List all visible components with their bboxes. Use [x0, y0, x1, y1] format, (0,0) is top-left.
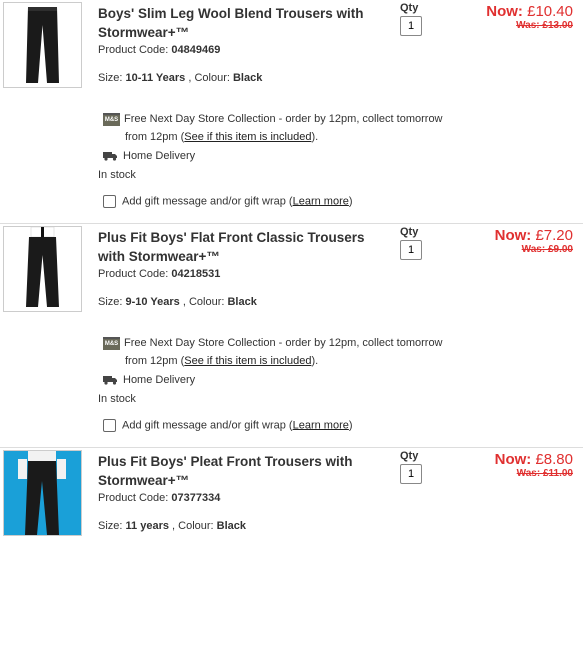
basket-item: Boys' Slim Leg Wool Blend Trousers with …: [0, 0, 583, 224]
product-code: Product Code: 07377334: [98, 492, 221, 504]
product-title[interactable]: Plus Fit Boys' Flat Front Classic Trouse…: [98, 228, 388, 266]
gift-checkbox[interactable]: [103, 419, 116, 432]
stock-status: In stock: [98, 393, 136, 405]
product-image[interactable]: [3, 450, 82, 536]
qty-input[interactable]: [400, 240, 422, 260]
home-delivery: Home Delivery: [103, 374, 195, 386]
trousers-image: [4, 451, 81, 535]
was-price: Was: £11.00: [516, 468, 573, 479]
gift-option: Add gift message and/or gift wrap (Learn…: [103, 419, 353, 432]
trousers-image: [26, 227, 59, 307]
see-if-included-link[interactable]: See if this item is included: [184, 355, 311, 367]
product-title[interactable]: Boys' Slim Leg Wool Blend Trousers with …: [98, 4, 388, 42]
product-title[interactable]: Plus Fit Boys' Pleat Front Trousers with…: [98, 452, 388, 490]
gift-option: Add gift message and/or gift wrap (Learn…: [103, 195, 353, 208]
store-collection: M&S Free Next Day Store Collection - orde…: [103, 336, 443, 367]
learn-more-link[interactable]: Learn more: [293, 419, 349, 431]
size-colour: Size: 10-11 Years , Colour: Black: [98, 72, 263, 84]
learn-more-link[interactable]: Learn more: [293, 195, 349, 207]
was-price: Was: £9.00: [521, 244, 573, 255]
truck-icon: [103, 152, 117, 161]
store-icon: M&S: [103, 336, 120, 350]
price-block: Now: £8.80 Was: £11.00: [495, 451, 573, 479]
qty-group: Qty: [400, 2, 422, 36]
was-price: Was: £13.00: [516, 20, 573, 31]
store-icon: M&S: [103, 112, 120, 126]
size-colour: Size: 11 years , Colour: Black: [98, 520, 247, 532]
product-image[interactable]: [3, 2, 82, 88]
now-price: Now: £10.40: [486, 3, 573, 20]
product-code: Product Code: 04218531: [98, 268, 221, 280]
size-colour: Size: 9-10 Years , Colour: Black: [98, 296, 257, 308]
qty-label: Qty: [400, 226, 419, 238]
stock-status: In stock: [98, 169, 136, 181]
product-image[interactable]: [3, 226, 82, 312]
qty-input[interactable]: [400, 16, 422, 36]
trousers-image: [26, 7, 59, 83]
truck-icon: [103, 376, 117, 385]
basket-item: Plus Fit Boys' Flat Front Classic Trouse…: [0, 224, 583, 448]
price-block: Now: £10.40 Was: £13.00: [486, 3, 573, 31]
product-code: Product Code: 04849469: [98, 44, 221, 56]
see-if-included-link[interactable]: See if this item is included: [184, 131, 311, 143]
qty-label: Qty: [400, 2, 419, 14]
gift-checkbox[interactable]: [103, 195, 116, 208]
qty-group: Qty: [400, 450, 422, 484]
now-price: Now: £7.20: [494, 227, 573, 244]
price-block: Now: £7.20 Was: £9.00: [495, 227, 573, 255]
qty-input[interactable]: [400, 464, 422, 484]
basket-item: Plus Fit Boys' Pleat Front Trousers with…: [0, 448, 583, 671]
qty-group: Qty: [400, 226, 422, 260]
store-collection: M&S Free Next Day Store Collection - orde…: [103, 112, 443, 143]
home-delivery: Home Delivery: [103, 150, 195, 162]
now-price: Now: £8.80: [494, 451, 573, 468]
qty-label: Qty: [400, 450, 419, 462]
